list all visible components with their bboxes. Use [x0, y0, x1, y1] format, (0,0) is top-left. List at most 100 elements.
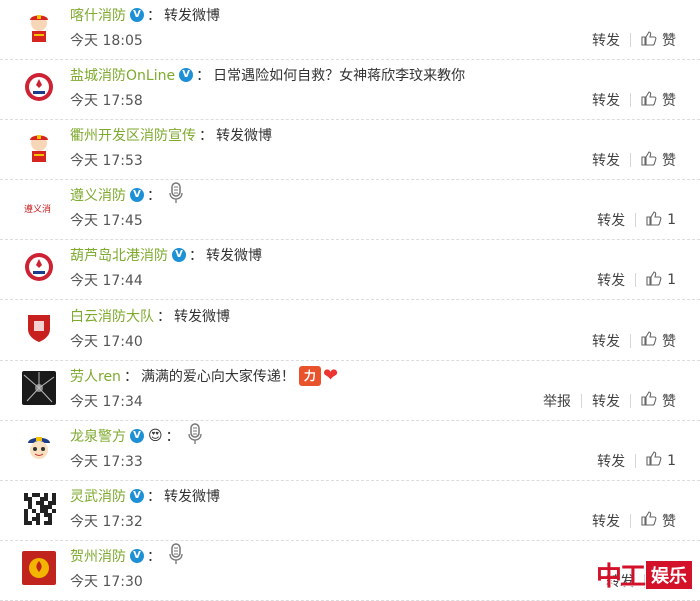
- repost-link[interactable]: 转发: [597, 451, 625, 471]
- avatar[interactable]: [22, 310, 56, 345]
- username-link[interactable]: 衢州开发区消防宣传: [70, 125, 196, 145]
- username-link[interactable]: 贺州消防: [70, 546, 126, 566]
- like-label: 赞: [662, 93, 676, 110]
- comment-row: 衢州开发区消防宣传：转发微博 今天 17:53 转发 赞: [0, 120, 700, 181]
- like-label: 赞: [662, 333, 676, 350]
- voice-microphone-icon[interactable]: [168, 182, 184, 208]
- divider: [630, 93, 631, 108]
- avatar[interactable]: 遵义消: [22, 190, 56, 225]
- comment-list: 喀什消防 V：转发微博 今天 18:05 转发赞盐城消防OnLine V：日常遇险如何自…: [0, 0, 700, 601]
- avatar[interactable]: [22, 550, 56, 585]
- repost-link[interactable]: 转发: [592, 150, 620, 170]
- colon: ：: [147, 488, 161, 505]
- username-link[interactable]: 灵武消防: [70, 486, 126, 506]
- divider: [635, 453, 637, 468]
- voice-microphone-icon[interactable]: [168, 543, 184, 569]
- watermark-logo: 中工 娱乐: [596, 556, 692, 593]
- username-link[interactable]: 喀什消防: [70, 5, 126, 25]
- comment-row: 龙泉警方 V 😍： 今天 17:33 转发 1: [0, 421, 700, 481]
- comment-text: 转发微博: [216, 128, 272, 145]
- like-button[interactable]: 1: [646, 451, 676, 470]
- thumbs-up-icon: [641, 30, 660, 50]
- like-label: 赞: [662, 153, 676, 170]
- colon: ：: [147, 8, 161, 24]
- divider: [630, 393, 631, 408]
- verified-icon: V: [130, 188, 144, 203]
- row-actions: 举报 转发 赞: [543, 391, 676, 411]
- like-label: 1: [667, 212, 676, 229]
- comment-line: 葫芦岛北港消防 V：转发微博: [70, 244, 262, 266]
- avatar[interactable]: [22, 70, 56, 105]
- repost-link[interactable]: 转发: [592, 391, 620, 411]
- row-actions: 转发 赞: [592, 331, 676, 351]
- comment-text: 转发微博: [206, 248, 262, 265]
- avatar[interactable]: [22, 10, 56, 44]
- username-link[interactable]: 遵义消防: [70, 185, 126, 205]
- comment-row: 遵义消 遵义消防 V：今天 17:45 转发 1: [0, 180, 700, 241]
- repost-link[interactable]: 转发: [592, 90, 620, 110]
- like-button[interactable]: 1: [646, 211, 676, 230]
- username-link[interactable]: 葫芦岛北港消防: [70, 245, 168, 265]
- timestamp: 今天 17:30: [70, 573, 143, 590]
- avatar[interactable]: [22, 130, 56, 165]
- row-actions: 转发 赞: [592, 511, 676, 531]
- like-button[interactable]: 赞: [641, 331, 676, 351]
- thumbs-up-icon: [646, 451, 665, 470]
- like-label: 赞: [662, 513, 676, 530]
- comment-text: 转发微博: [164, 8, 220, 24]
- avatar[interactable]: [22, 430, 56, 465]
- like-button[interactable]: 赞: [641, 511, 676, 531]
- comment-text: 转发微博: [164, 488, 220, 505]
- repost-link[interactable]: 转发: [592, 30, 620, 50]
- like-button[interactable]: 赞: [641, 150, 676, 170]
- comment-line: 盐城消防OnLine V：日常遇险如何自救？女神蒋欣李玟来教你: [70, 64, 465, 86]
- divider: [635, 213, 637, 228]
- verified-icon: V: [172, 248, 186, 263]
- comment-line: 贺州消防 V：: [70, 543, 184, 569]
- comment-text: 转发微博: [174, 308, 230, 325]
- avatar[interactable]: [22, 370, 56, 405]
- colon: ：: [147, 188, 161, 205]
- timestamp: 今天 17:32: [70, 513, 143, 530]
- report-link[interactable]: 举报: [543, 391, 571, 411]
- divider: [630, 153, 631, 168]
- comment-row: 白云消防大队：转发微博 今天 17:40 转发 赞: [0, 301, 700, 361]
- avatar[interactable]: [22, 250, 56, 285]
- colon: ：: [199, 128, 213, 145]
- repost-link[interactable]: 转发: [597, 270, 625, 290]
- comment-row: 劳人ren：满满的爱心向大家传递！力 ❤ 今天 17:34 举报 转发 赞: [0, 361, 700, 421]
- divider: [630, 513, 631, 528]
- heart-emoji-icon: ❤: [322, 364, 339, 386]
- thumbs-up-icon: [641, 511, 660, 530]
- username-link[interactable]: 白云消防大队: [70, 306, 154, 326]
- comment-line: 喀什消防 V：转发微博: [70, 4, 220, 26]
- divider: [630, 333, 631, 348]
- repost-link[interactable]: 转发: [592, 511, 620, 531]
- like-button[interactable]: 赞: [641, 391, 676, 411]
- row-actions: 转发 1: [597, 270, 676, 290]
- thumbs-up-icon: [641, 331, 660, 350]
- username-link[interactable]: 龙泉警方: [70, 426, 126, 446]
- like-label: 赞: [662, 33, 676, 49]
- like-button[interactable]: 赞: [641, 30, 676, 50]
- row-actions: 转发 赞: [592, 150, 676, 170]
- voice-microphone-icon[interactable]: [187, 422, 203, 449]
- username-link[interactable]: 劳人ren: [70, 366, 121, 386]
- repost-link[interactable]: 转发: [597, 210, 625, 230]
- thumbs-up-icon: [646, 271, 665, 290]
- like-button[interactable]: 1: [646, 271, 676, 290]
- thumbs-up-icon: [641, 151, 660, 170]
- like-label: 1: [667, 452, 676, 469]
- repost-link[interactable]: 转发: [592, 331, 620, 351]
- power-emoji-icon: 力: [298, 365, 321, 386]
- row-actions: 转发 赞: [592, 90, 676, 110]
- avatar[interactable]: [22, 490, 56, 525]
- like-button[interactable]: 赞: [641, 90, 676, 110]
- timestamp: 今天 17:33: [70, 453, 143, 470]
- username-link[interactable]: 盐城消防OnLine: [70, 65, 175, 85]
- timestamp: 今天 18:05: [70, 33, 143, 49]
- verified-icon: V: [130, 548, 144, 563]
- divider: [630, 33, 631, 47]
- colon: ：: [189, 248, 203, 265]
- colon: ：: [165, 428, 180, 445]
